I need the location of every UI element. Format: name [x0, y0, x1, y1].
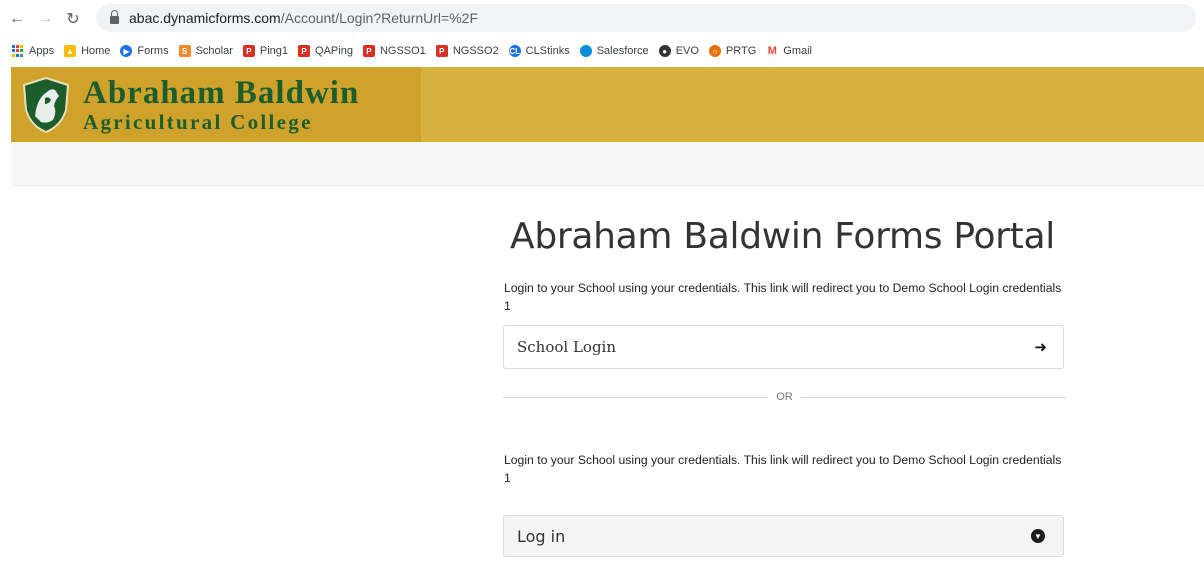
reload-icon[interactable]: ↻	[62, 8, 84, 30]
arrow-right-icon: ➜	[1034, 339, 1047, 356]
logo-line1: Abraham Baldwin	[83, 74, 360, 111]
ping-icon: P	[242, 45, 255, 57]
bookmark-ngsso1[interactable]: P NGSSO1	[362, 45, 426, 57]
browser-address-row: ← → ↻ abac.dynamicforms.com/Account/Logi…	[0, 0, 1204, 38]
site-header: Abraham Baldwin Agricultural College	[11, 67, 1204, 142]
forms-icon: ▶	[120, 45, 133, 57]
address-bar[interactable]: abac.dynamicforms.com/Account/Login?Retu…	[96, 4, 1196, 32]
bookmark-qaping[interactable]: P QAPing	[298, 45, 353, 57]
prtg-icon: ○	[708, 45, 721, 57]
log-in-label: Log in	[517, 526, 566, 546]
bookmark-forms[interactable]: ▶ Forms	[120, 45, 169, 57]
bookmark-home[interactable]: ▲ Home	[64, 45, 110, 57]
ping-icon: P	[298, 45, 311, 57]
divider-line-left	[503, 396, 769, 398]
forward-arrow-icon[interactable]: →	[34, 8, 56, 30]
ping-icon: P	[435, 45, 448, 57]
bookmark-scholar[interactable]: S Scholar	[178, 45, 233, 57]
school-login-label: School Login	[517, 338, 617, 356]
bookmark-ngsso2[interactable]: P NGSSO2	[435, 45, 499, 57]
bookmark-clstinks[interactable]: CL CLStinks	[508, 45, 570, 57]
url-text: abac.dynamicforms.com/Account/Login?Retu…	[129, 10, 478, 26]
bookmark-salesforce[interactable]: Salesforce	[579, 45, 649, 57]
log-in-dropdown[interactable]: Log in ▼	[503, 515, 1064, 557]
bookmark-evo[interactable]: ● EVO	[658, 45, 699, 57]
or-divider: OR	[503, 390, 1066, 404]
college-logo[interactable]: Abraham Baldwin Agricultural College	[11, 67, 421, 142]
salesforce-icon	[579, 45, 592, 57]
evo-icon: ●	[658, 45, 671, 57]
bookmark-prtg[interactable]: ○ PRTG	[708, 45, 756, 57]
school-login-button[interactable]: School Login ➜	[503, 325, 1064, 369]
page: ← → ↻ abac.dynamicforms.com/Account/Logi…	[0, 0, 1204, 564]
apps-grid-icon	[12, 45, 24, 57]
chevron-down-icon: ▼	[1031, 529, 1045, 543]
divider-line-right	[800, 396, 1066, 398]
or-label: OR	[776, 391, 793, 403]
cl-icon: CL	[508, 45, 521, 57]
school-login-description: Login to your School using your credenti…	[504, 281, 1062, 313]
login-description: Login to your School using your credenti…	[504, 453, 1062, 485]
bookmark-apps[interactable]: Apps	[12, 45, 54, 57]
bookmark-gmail[interactable]: M Gmail	[766, 45, 812, 57]
back-arrow-icon[interactable]: ←	[6, 8, 28, 30]
gmail-icon: M	[766, 45, 779, 57]
lock-icon	[110, 10, 119, 24]
logo-text: Abraham Baldwin Agricultural College	[83, 74, 360, 134]
home-icon: ▲	[64, 45, 77, 57]
sub-header-band	[11, 142, 1204, 186]
logo-line2: Agricultural College	[83, 109, 313, 134]
ping-icon: P	[362, 45, 375, 57]
scholar-icon: S	[178, 45, 191, 57]
page-title: Abraham Baldwin Forms Portal	[510, 216, 1055, 257]
bookmarks-bar: Apps ▲ Home ▶ Forms S Scholar P Ping1 P …	[0, 37, 1204, 65]
bookmark-ping1[interactable]: P Ping1	[242, 45, 288, 57]
shield-logo-icon	[22, 76, 70, 133]
